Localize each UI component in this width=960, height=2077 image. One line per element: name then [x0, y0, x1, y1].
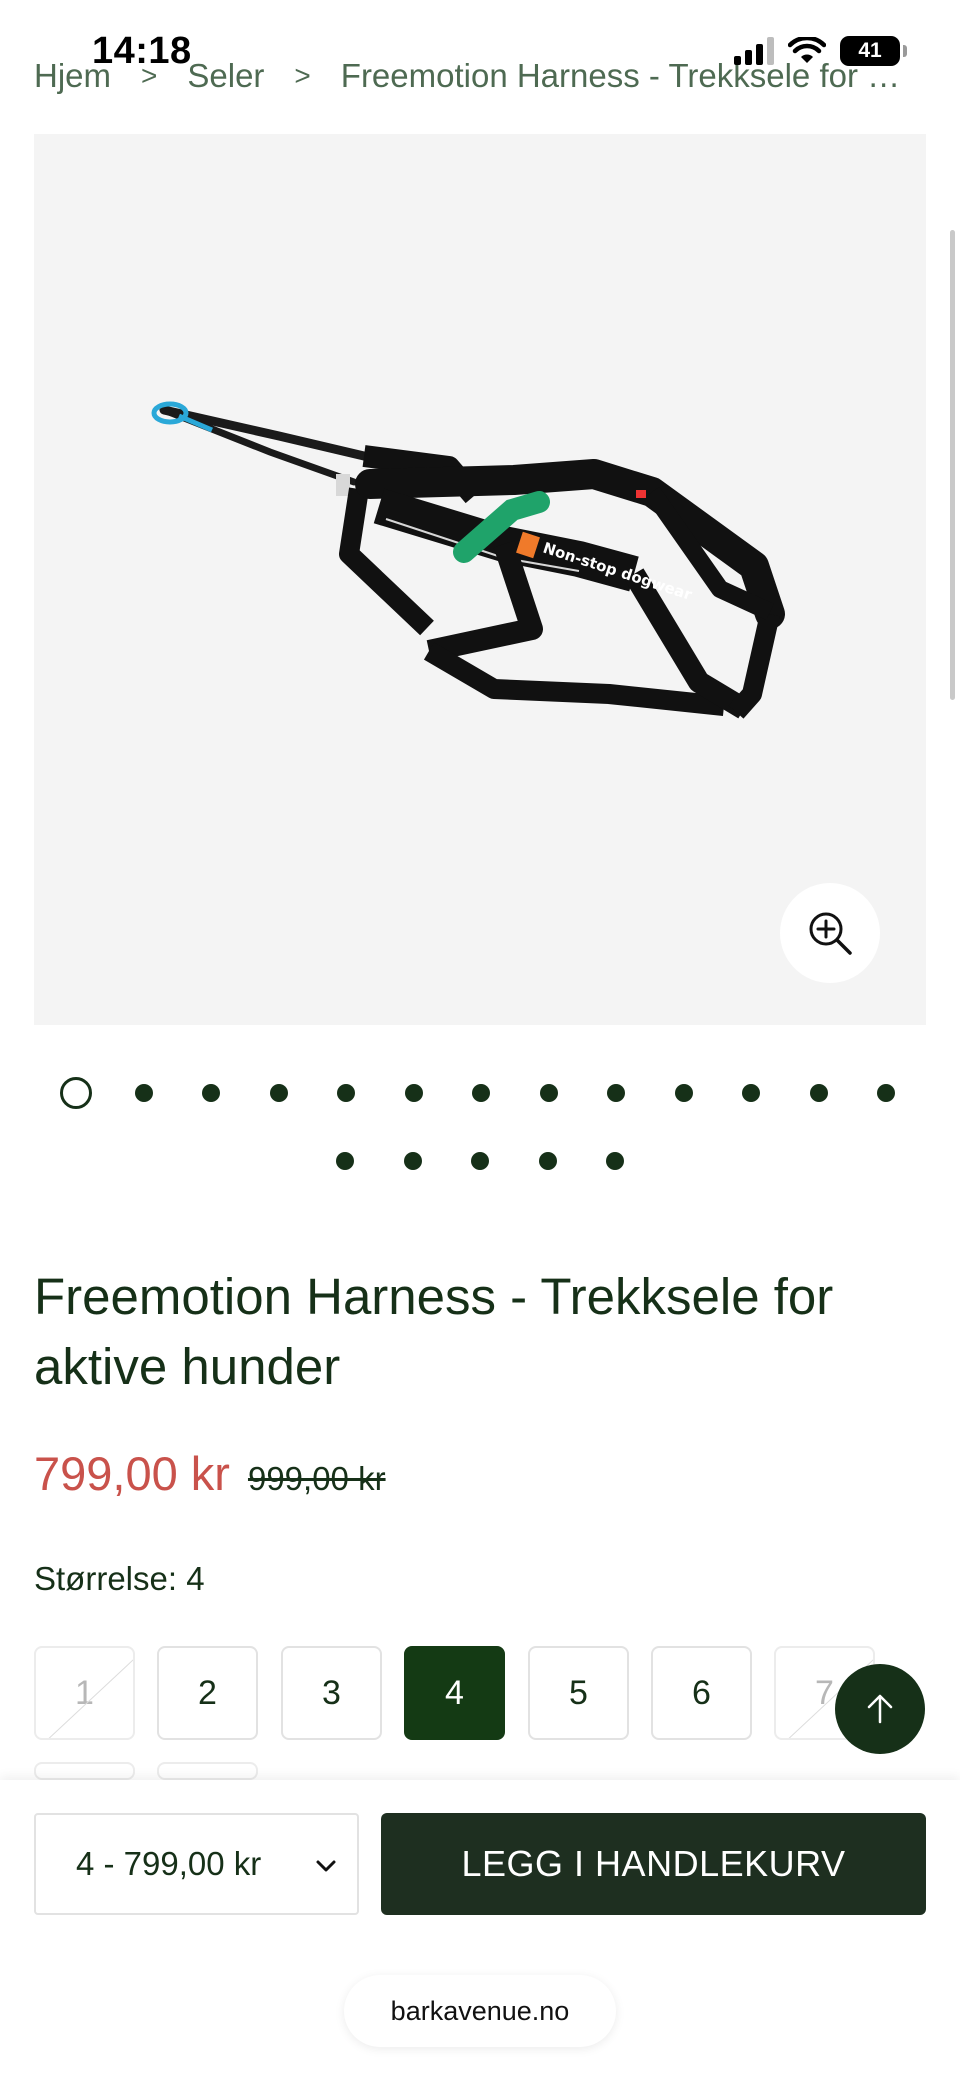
gallery-dot[interactable]: [607, 1084, 625, 1102]
size-option-label: 2: [198, 1673, 217, 1712]
size-option-1: 1: [34, 1646, 135, 1740]
price-row: 799,00 kr 999,00 kr: [34, 1446, 386, 1501]
size-option-label: 4: [445, 1673, 464, 1712]
purchase-bar: 4 - 799,00 kr LEGG I HANDLEKURV barkaven…: [0, 1780, 960, 2077]
cellular-signal-icon: [734, 37, 774, 65]
browser-url-bar[interactable]: barkavenue.no: [344, 1975, 616, 2047]
gallery-dot[interactable]: [674, 1084, 693, 1102]
variant-select[interactable]: 4 - 799,00 kr: [34, 1813, 359, 1915]
gallery-dot[interactable]: [471, 1152, 489, 1170]
gallery-dot[interactable]: [269, 1084, 288, 1102]
harness-product-image: Non-stop dogwear: [151, 401, 785, 719]
gallery-dot[interactable]: [202, 1084, 220, 1102]
product-title: Freemotion Harness - Trekksele for aktiv…: [34, 1268, 834, 1395]
zoom-in-icon: [809, 912, 852, 955]
chevron-down-icon: [316, 1860, 336, 1872]
gallery-dot[interactable]: [404, 1084, 423, 1102]
size-option-partial: [157, 1762, 258, 1780]
gallery-dot[interactable]: [472, 1084, 490, 1102]
size-option-2[interactable]: 2: [157, 1646, 258, 1740]
original-price: 999,00 kr: [247, 1460, 386, 1497]
status-bar: 14:18 41: [0, 0, 960, 110]
zoom-button[interactable]: [780, 883, 880, 983]
size-option-5[interactable]: 5: [528, 1646, 629, 1740]
gallery-dot[interactable]: [809, 1084, 828, 1102]
size-option-6[interactable]: 6: [651, 1646, 752, 1740]
gallery-dot[interactable]: [538, 1152, 557, 1170]
gallery-dot[interactable]: [336, 1152, 354, 1170]
size-option-label: 7: [815, 1673, 834, 1712]
gallery-dot[interactable]: [742, 1084, 760, 1102]
size-option-label: 6: [692, 1673, 711, 1712]
gallery-dot[interactable]: [134, 1084, 153, 1102]
size-option-partial: [34, 1762, 135, 1780]
battery-icon: 41: [840, 36, 907, 66]
gallery-dot[interactable]: [403, 1152, 422, 1170]
gallery-dot-active[interactable]: [60, 1077, 92, 1109]
status-time: 14:18: [92, 30, 192, 72]
size-option-label: 5: [569, 1673, 588, 1712]
page-scrollbar[interactable]: [950, 230, 955, 700]
product-gallery[interactable]: Non-stop dogwear: [34, 134, 926, 1025]
scroll-to-top-button[interactable]: [835, 1664, 925, 1754]
gallery-dot[interactable]: [606, 1152, 624, 1170]
size-option-label: 3: [322, 1673, 341, 1712]
arrow-up-icon: [867, 1694, 893, 1724]
wifi-icon: [788, 37, 826, 63]
status-icons: 41: [734, 36, 907, 66]
size-option-4[interactable]: 4: [404, 1646, 505, 1740]
gallery-dot[interactable]: [877, 1084, 895, 1102]
size-option-3[interactable]: 3: [281, 1646, 382, 1740]
size-option-label: 1: [75, 1673, 94, 1712]
add-to-cart-button[interactable]: LEGG I HANDLEKURV: [381, 1813, 926, 1915]
gallery-dot[interactable]: [539, 1084, 558, 1102]
gallery-dot[interactable]: [337, 1084, 355, 1102]
size-label: Størrelse: 4: [34, 1560, 205, 1597]
sale-price: 799,00 kr: [34, 1447, 230, 1500]
variant-select-value: 4 - 799,00 kr: [76, 1845, 262, 1882]
